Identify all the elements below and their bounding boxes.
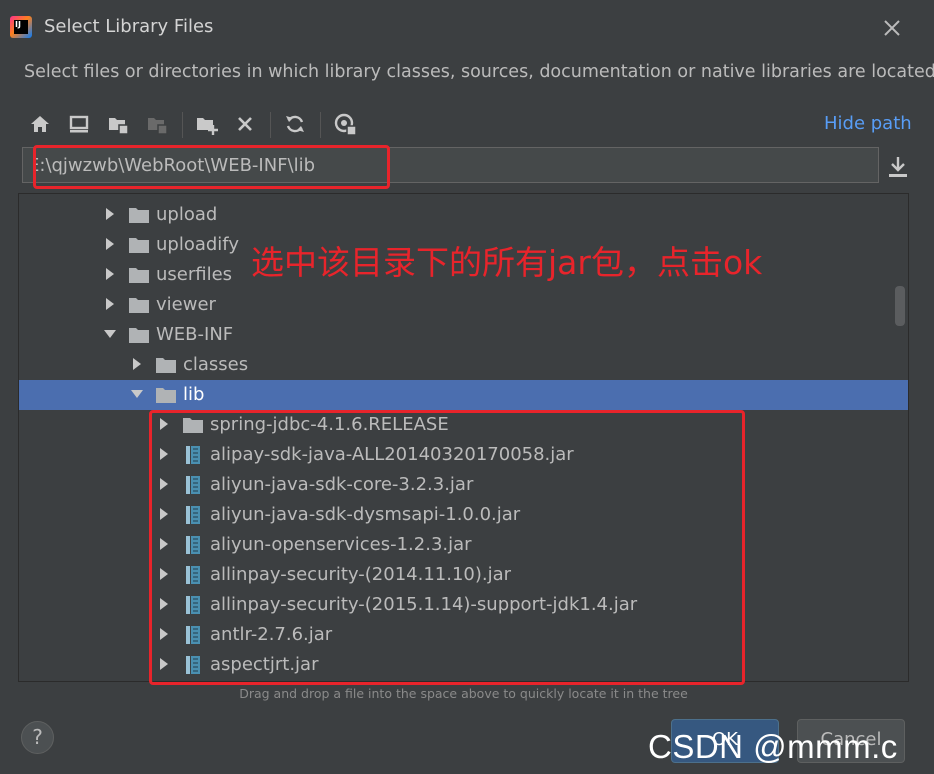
- help-button[interactable]: ?: [21, 721, 54, 754]
- folder-icon: [156, 388, 176, 403]
- home-icon[interactable]: [28, 112, 52, 136]
- show-hidden-icon[interactable]: [333, 112, 357, 136]
- path-highlight-box: [33, 145, 390, 189]
- collapsed-arrow-icon[interactable]: [103, 230, 117, 260]
- close-icon[interactable]: [878, 14, 906, 42]
- tree-row-label: classes: [183, 354, 249, 375]
- expanded-arrow-icon[interactable]: [103, 320, 117, 350]
- tree-row-label: WEB-INF: [156, 324, 234, 345]
- tree-row-folder[interactable]: WEB-INF: [19, 320, 908, 350]
- tree-row-label: upload: [156, 204, 218, 225]
- tree-row-folder[interactable]: upload: [19, 200, 908, 230]
- expanded-arrow-icon[interactable]: [130, 380, 144, 410]
- tree-row-folder[interactable]: lib: [19, 380, 908, 410]
- tree-row-label: userfiles: [156, 264, 233, 285]
- folder-icon: [129, 268, 149, 283]
- tree-row-label: lib: [183, 384, 205, 405]
- hide-path-link[interactable]: Hide path: [824, 113, 912, 134]
- project-folder-icon[interactable]: [106, 112, 130, 136]
- tree-row-label: uploadify: [156, 234, 239, 255]
- collapsed-arrow-icon[interactable]: [130, 350, 144, 380]
- download-icon[interactable]: [886, 154, 910, 180]
- window-title: Select Library Files: [44, 16, 214, 37]
- folder-icon: [129, 238, 149, 253]
- file-chooser-toolbar: [18, 106, 910, 142]
- toolbar-separator: [320, 112, 321, 138]
- collapsed-arrow-icon[interactable]: [103, 260, 117, 290]
- tree-scrollbar[interactable]: [895, 286, 905, 326]
- csdn-watermark: CSDN @mmm.c: [648, 728, 898, 765]
- folder-icon: [129, 328, 149, 343]
- dialog-description: Select files or directories in which lib…: [24, 62, 934, 82]
- toolbar-separator: [182, 112, 183, 138]
- jar-list-highlight-box: [149, 410, 745, 685]
- refresh-icon[interactable]: [283, 112, 307, 136]
- collapsed-arrow-icon[interactable]: [103, 200, 117, 230]
- folder-icon: [156, 358, 176, 373]
- tree-row-folder[interactable]: classes: [19, 350, 908, 380]
- tree-row-folder[interactable]: viewer: [19, 290, 908, 320]
- folder-icon: [129, 208, 149, 223]
- annotation-text: 选中该目录下的所有jar包，点击ok: [251, 243, 763, 282]
- folder-icon: [129, 298, 149, 313]
- delete-icon[interactable]: [233, 112, 257, 136]
- toolbar-separator: [270, 112, 271, 138]
- new-folder-icon[interactable]: [195, 112, 219, 136]
- tree-row-label: viewer: [156, 294, 216, 315]
- desktop-icon[interactable]: [67, 112, 91, 136]
- intellij-logo-icon: IJ: [10, 16, 32, 38]
- module-folder-icon: [148, 118, 168, 135]
- collapsed-arrow-icon[interactable]: [103, 290, 117, 320]
- drag-drop-hint: Drag and drop a file into the space abov…: [239, 686, 688, 701]
